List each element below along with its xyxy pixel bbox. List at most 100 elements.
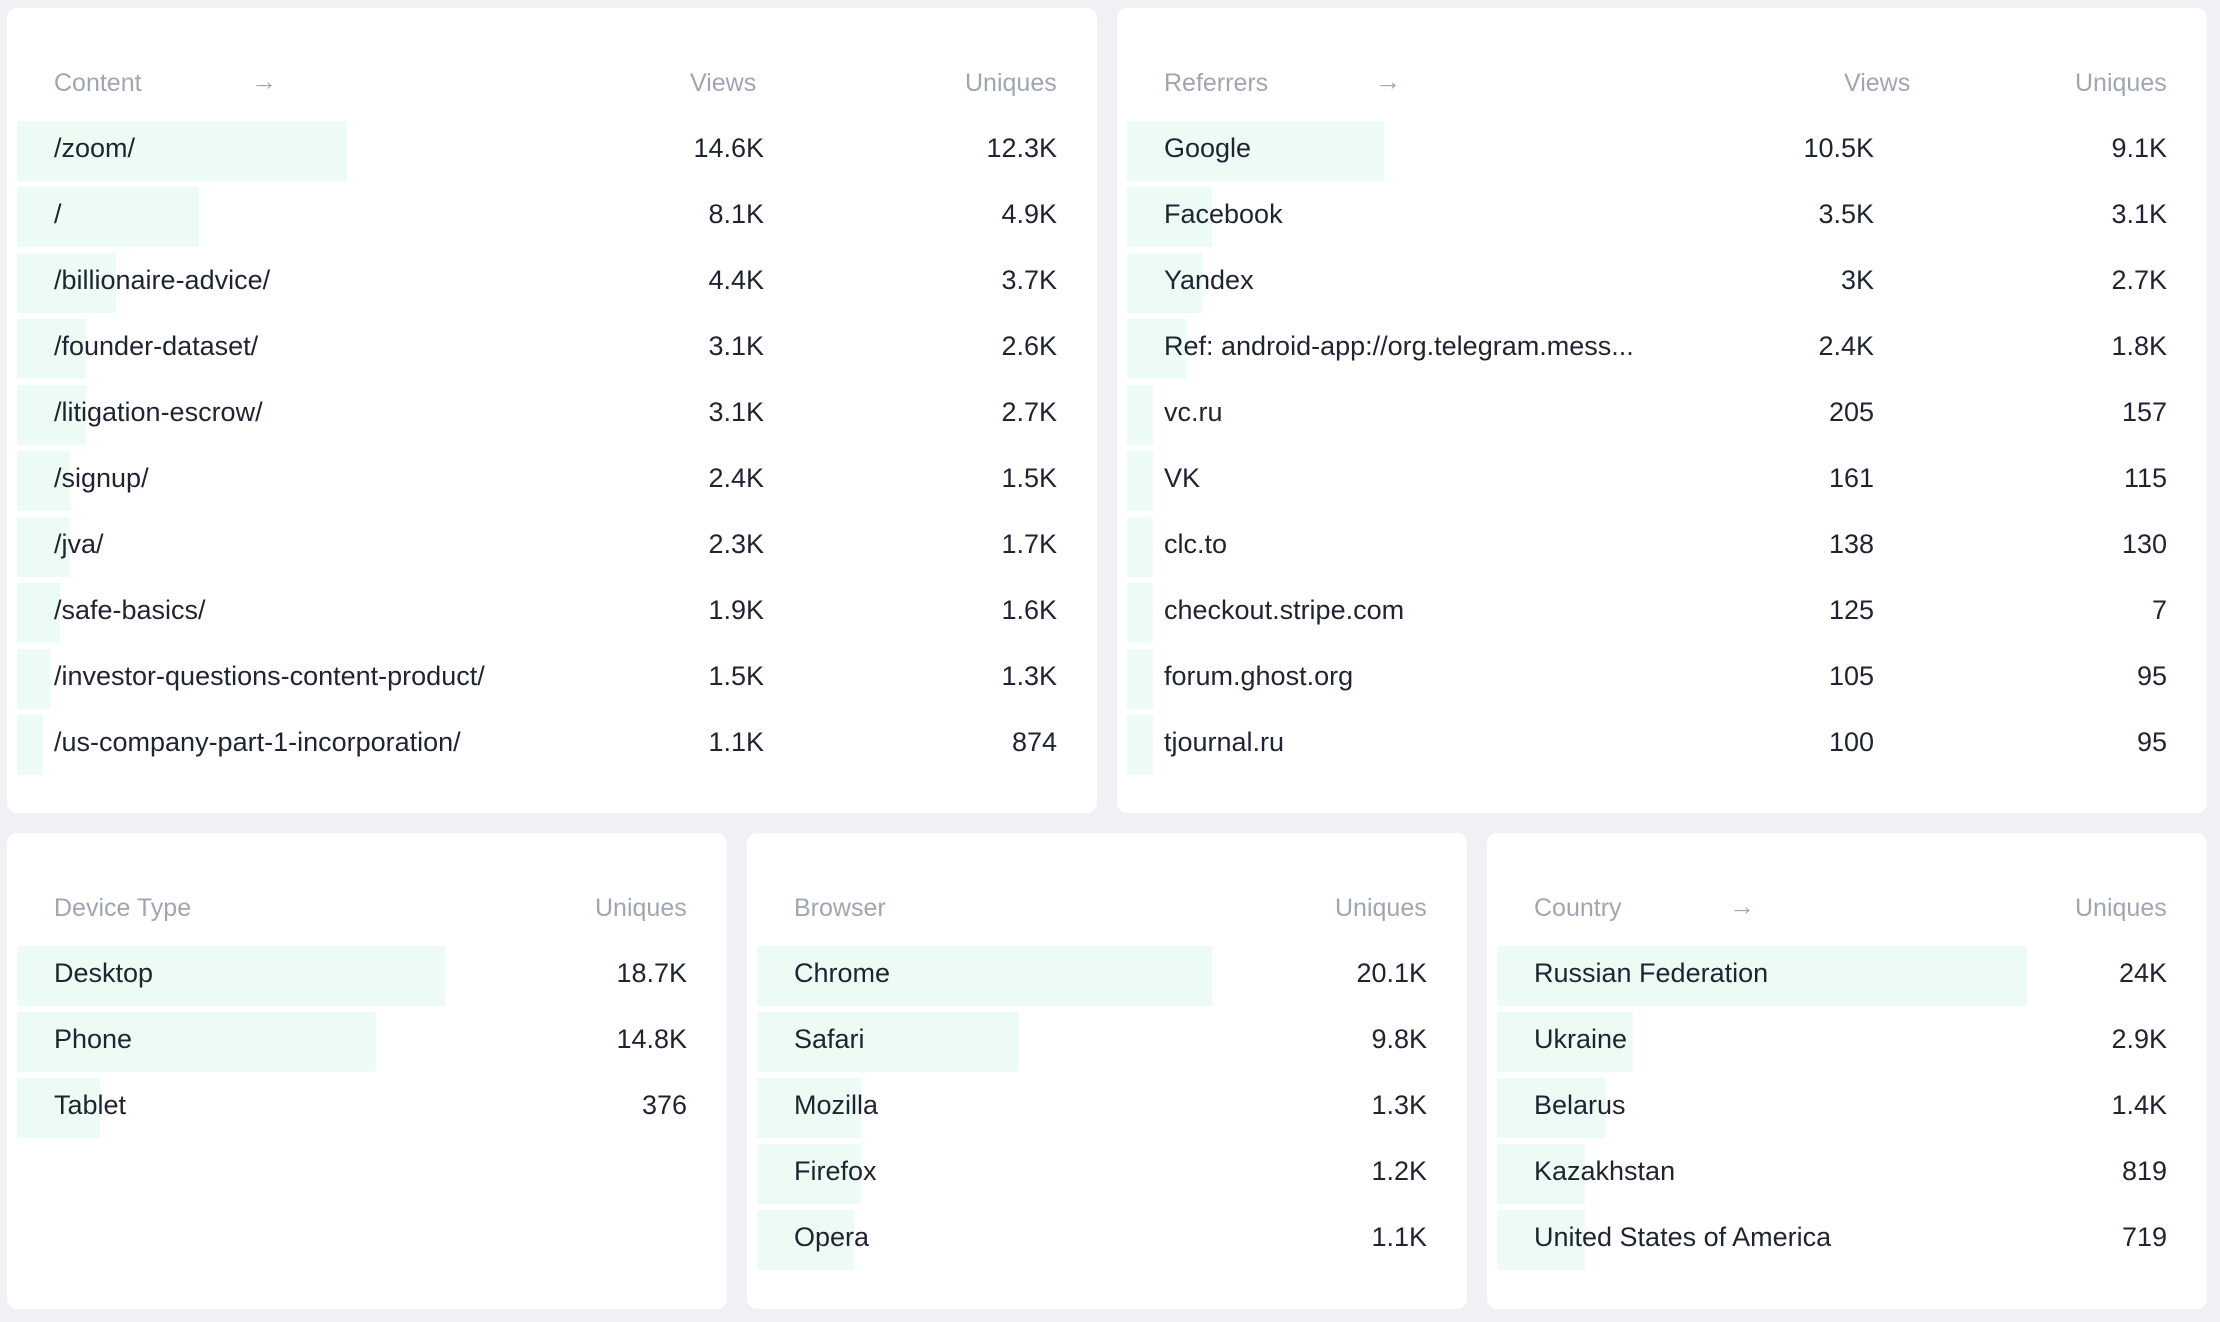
list-item[interactable]: /billionaire-advice/4.4K 3.7K [17,248,1057,314]
list-item[interactable]: United States of America 719 [1497,1205,2167,1271]
browser-card: Browser Uniques Chrome 20.1K Safari 9.8K Moz… [747,833,1467,1309]
list-item[interactable]: forum.ghost.org 105 95 [1127,644,2167,710]
list-item[interactable]: Kazakhstan 819 [1497,1139,2167,1205]
item-label: /investor-questions-content-product/ [54,661,485,691]
list-item[interactable]: Firefox 1.2K [757,1139,1427,1205]
country-card: Country → Uniques Russian Federation 24K U… [1487,833,2207,1309]
list-item[interactable]: /zoom/14.6K 12.3K [17,116,1057,182]
list-item[interactable]: /founder-dataset/3.1K 2.6K [17,314,1057,380]
uniques-value: 2.6K [1001,331,1057,361]
uniques-value: 130 [2121,529,2167,559]
list-item[interactable]: Yandex 3K 2.7K [1127,248,2167,314]
views-value: 100 [1828,727,1874,757]
share-bar [17,715,43,775]
views-value: 3.5K [1818,199,1874,229]
views-value: 161 [1828,463,1874,493]
share-bar [1127,715,1153,775]
content-card: Content → Views Uniques /zoom/14.6K 12.3K… [7,8,1097,813]
views-value: 10.5K [1803,133,1874,163]
views-column-header: Views [1844,69,1911,97]
list-item[interactable]: Tablet 376 [17,1073,687,1139]
browser-list: Chrome 20.1K Safari 9.8K Mozilla 1.3K Firefox 1… [757,941,1427,1271]
item-label: Firefox [794,1156,877,1186]
list-item[interactable]: /signup/2.4K 1.5K [17,446,1057,512]
uniques-value: 14.8K [616,1024,687,1054]
list-item[interactable]: Desktop 18.7K [17,941,687,1007]
list-item[interactable]: Facebook 3.5K 3.1K [1127,182,2167,248]
uniques-value: 819 [2121,1156,2167,1186]
item-label: /jva/ [54,529,104,559]
uniques-value: 1.2K [1371,1156,1427,1186]
item-label: tjournal.ru [1164,727,1285,757]
uniques-value: 1.4K [2111,1090,2167,1120]
referrers-list: Google 10.5K 9.1K Facebook 3.5K 3.1K Yandex 3K 2… [1127,116,2167,776]
item-label: Mozilla [794,1090,879,1120]
country-title: Country [1534,894,1622,922]
content-header: Content → Views Uniques [17,54,1057,116]
list-item[interactable]: Phone 14.8K [17,1007,687,1073]
item-label: /founder-dataset/ [54,331,259,361]
item-label: Russian Federation [1534,958,1769,988]
views-value: 2.4K [708,463,764,493]
country-header: Country → Uniques [1497,879,2167,941]
uniques-value: 18.7K [616,958,687,988]
item-label: Google [1164,133,1252,163]
list-item[interactable]: Ref: android-app://org.telegram.mess... 2… [1127,314,2167,380]
arrow-right-icon[interactable]: → [1729,891,1755,922]
item-label: Tablet [54,1090,127,1120]
arrow-right-icon[interactable]: → [251,66,277,97]
list-item[interactable]: Ukraine 2.9K [1497,1007,2167,1073]
item-label: Kazakhstan [1534,1156,1676,1186]
list-item[interactable]: Opera 1.1K [757,1205,1427,1271]
item-label: /zoom/ [54,133,136,163]
referrers-title: Referrers [1164,69,1269,97]
uniques-value: 4.9K [1001,199,1057,229]
share-bar [1127,517,1153,577]
uniques-value: 115 [2123,463,2167,493]
uniques-value: 1.3K [1371,1090,1427,1120]
list-item[interactable]: /jva/2.3K 1.7K [17,512,1057,578]
views-value: 1.9K [708,595,764,625]
item-label: Desktop [54,958,154,988]
item-label: Opera [794,1222,870,1252]
list-item[interactable]: Mozilla 1.3K [757,1073,1427,1139]
list-item[interactable]: tjournal.ru 100 95 [1127,710,2167,776]
uniques-value: 3.7K [1001,265,1057,295]
list-item[interactable]: / 8.1K 4.9K [17,182,1057,248]
list-item[interactable]: /us-company-part-1-incorporation/1.1K 874 [17,710,1057,776]
list-item[interactable]: VK 161 115 [1127,446,2167,512]
uniques-value: 3.1K [2111,199,2167,229]
browser-title: Browser [794,894,886,922]
list-item[interactable]: vc.ru 205 157 [1127,380,2167,446]
share-bar [1127,649,1153,709]
uniques-value: 1.6K [1001,595,1057,625]
list-item[interactable]: /investor-questions-content-product/1.5K… [17,644,1057,710]
list-item[interactable]: Google 10.5K 9.1K [1127,116,2167,182]
list-item[interactable]: Belarus 1.4K [1497,1073,2167,1139]
uniques-value: 9.8K [1371,1024,1427,1054]
share-bar [17,649,50,709]
uniques-value: 95 [2136,727,2167,757]
views-value: 125 [1828,595,1874,625]
views-value: 3.1K [708,397,764,427]
list-item[interactable]: checkout.stripe.com 125 7 [1127,578,2167,644]
list-item[interactable]: clc.to 138 130 [1127,512,2167,578]
item-label: VK [1164,463,1201,493]
item-label: United States of America [1534,1222,1832,1252]
views-value: 105 [1828,661,1874,691]
share-bar [1127,385,1153,445]
list-item[interactable]: /litigation-escrow/3.1K 2.7K [17,380,1057,446]
list-item[interactable]: Russian Federation 24K [1497,941,2167,1007]
arrow-right-icon[interactable]: → [1375,66,1401,97]
share-bar [17,187,199,247]
item-label: Ukraine [1534,1024,1628,1054]
views-value: 8.1K [708,199,764,229]
views-value: 3K [1840,265,1874,295]
views-value: 1.1K [708,727,764,757]
device-title: Device Type [54,894,192,922]
list-item[interactable]: Chrome 20.1K [757,941,1427,1007]
uniques-value: 1.5K [1001,463,1057,493]
list-item[interactable]: /safe-basics/1.9K 1.6K [17,578,1057,644]
views-value: 3.1K [708,331,764,361]
list-item[interactable]: Safari 9.8K [757,1007,1427,1073]
